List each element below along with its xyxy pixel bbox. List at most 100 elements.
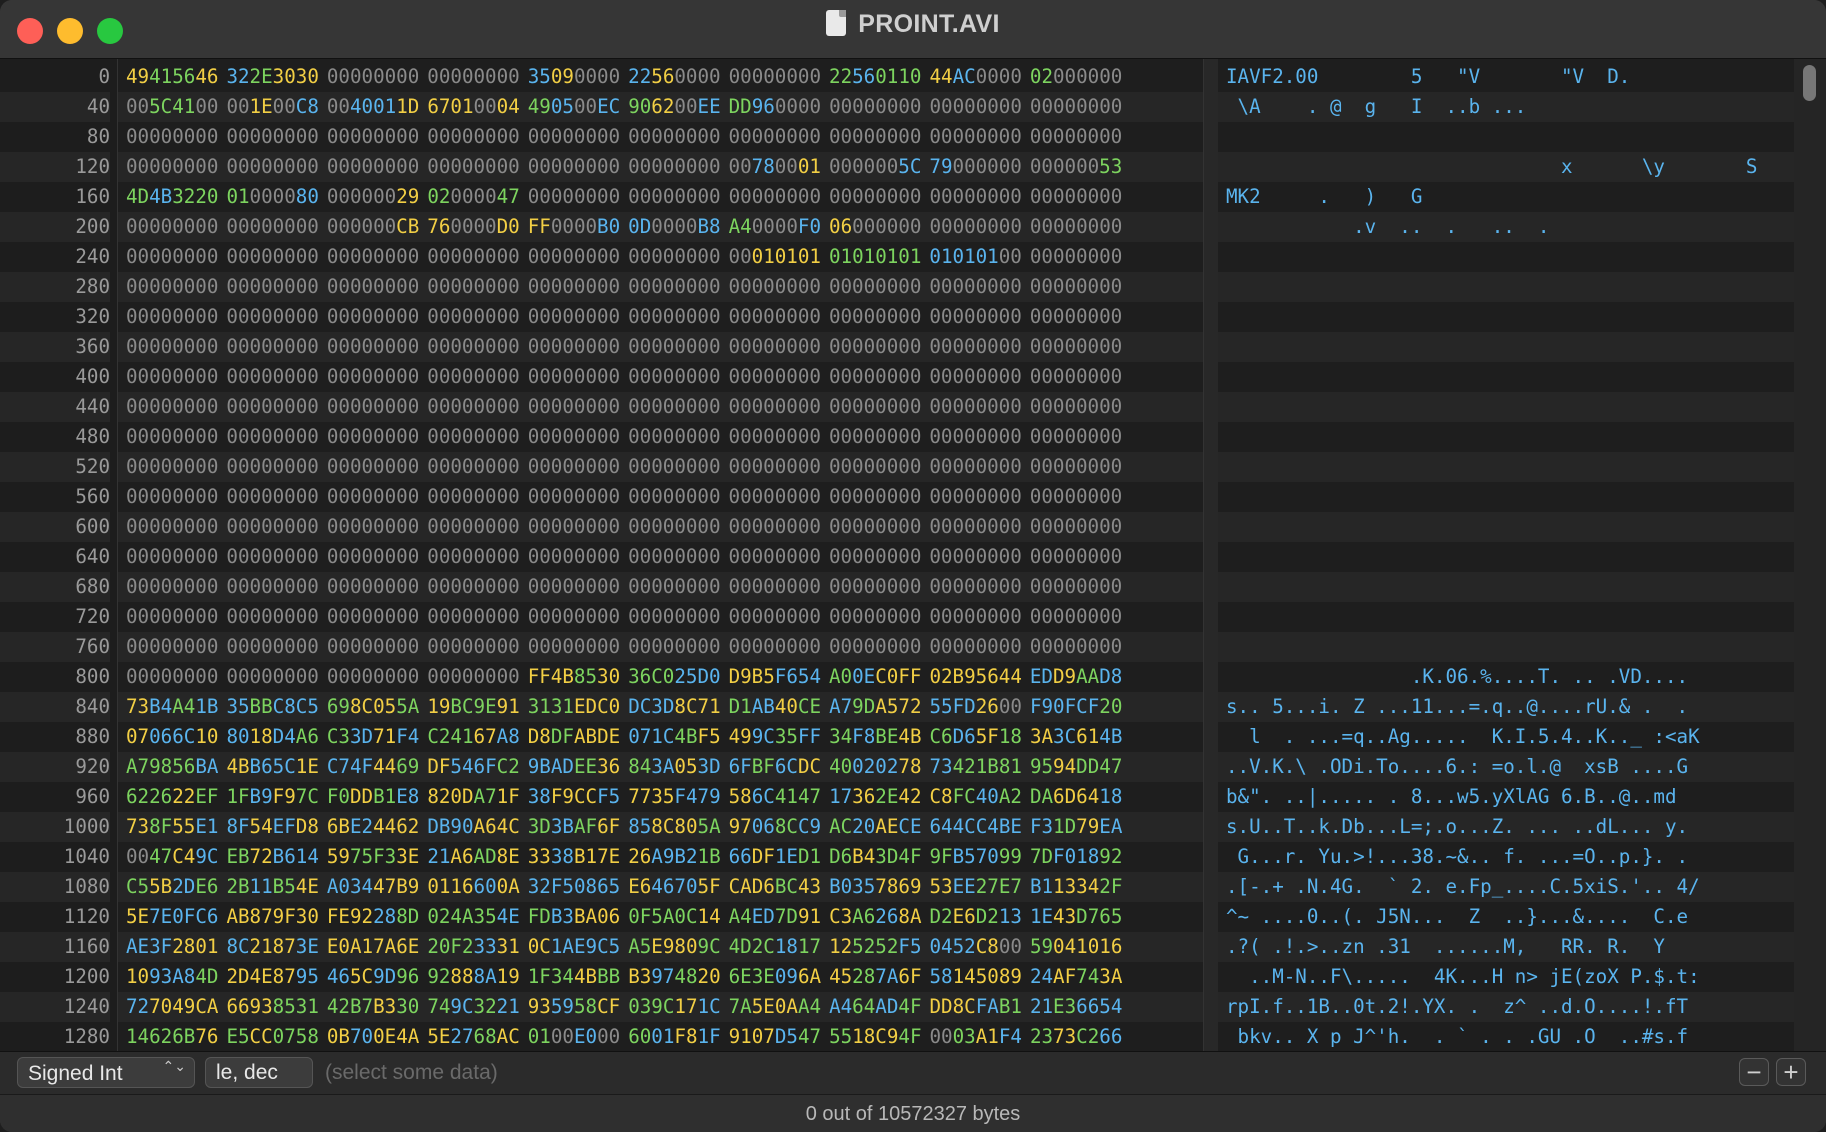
hex-word[interactable]: 00000000 [126, 152, 218, 182]
hex-word[interactable]: A40000F0 [729, 212, 821, 242]
hex-word[interactable]: 24AF743A [1030, 962, 1122, 992]
hex-word[interactable]: 00000000 [126, 632, 218, 662]
hex-word[interactable]: 00000000 [427, 662, 519, 692]
hex-word[interactable]: 00000000 [929, 422, 1021, 452]
hex-word[interactable]: 00000000 [327, 122, 419, 152]
hex-word[interactable]: 00000000 [327, 362, 419, 392]
hex-word[interactable]: DA6D6418 [1030, 782, 1122, 812]
hex-word[interactable]: C8FC40A2 [930, 782, 1022, 812]
hex-word[interactable]: 00000000 [729, 632, 821, 662]
ascii-row[interactable] [1218, 272, 1794, 302]
hex-word[interactable]: 4BB65C1E [226, 752, 318, 782]
ascii-row[interactable]: ..M-N..F\..... 4K...H n> jE(zoX P.$.t: [1218, 962, 1794, 992]
ascii-row[interactable]: ^~ ....0..(. J5N... Z ..}...&.... C.e [1218, 902, 1794, 932]
hex-word[interactable]: 00000000 [427, 512, 519, 542]
hex-word[interactable]: 00000000 [528, 272, 620, 302]
ascii-row[interactable]: l . ...=q..Ag..... K.I.5.4..K.._ :<aK [1218, 722, 1794, 752]
hex-word[interactable]: 53EE27E7 [930, 872, 1022, 902]
hex-word[interactable]: 5E2768AC [427, 1022, 519, 1052]
ascii-row[interactable]: b&". ..|..... . 8...w5.yXlAG 6.B..@..md [1218, 782, 1794, 812]
ascii-row[interactable]: .K.06.%....T. .. .VD.... [1218, 662, 1794, 692]
hex-word[interactable]: 00000000 [628, 632, 720, 662]
hex-word[interactable]: 000000CB [327, 212, 419, 242]
hex-word[interactable]: 0040011D [327, 92, 419, 122]
hex-word[interactable]: 2373C266 [1030, 1022, 1122, 1052]
ascii-row[interactable] [1218, 632, 1794, 662]
hex-word[interactable]: 00000000 [327, 512, 419, 542]
hex-word[interactable]: 4D4B3220 [126, 182, 218, 212]
ascii-row[interactable] [1218, 422, 1794, 452]
hex-word[interactable]: 4D2C1817 [729, 932, 821, 962]
hex-word[interactable]: 0B700E4A [327, 1022, 419, 1052]
hex-word[interactable]: 00000000 [729, 62, 821, 92]
hex-word[interactable]: 00000000 [929, 602, 1021, 632]
hex-word[interactable]: 00000000 [628, 122, 720, 152]
hex-word[interactable]: 00000000 [528, 182, 620, 212]
hex-word[interactable]: 00000000 [126, 332, 218, 362]
hex-word[interactable]: 00000000 [729, 302, 821, 332]
hex-word[interactable]: 00000000 [729, 512, 821, 542]
hex-word[interactable]: 00000000 [126, 122, 218, 152]
hex-word[interactable]: 00000000 [729, 482, 821, 512]
hex-word[interactable]: 00000000 [427, 632, 519, 662]
hex-word[interactable]: D2E6D213 [930, 902, 1022, 932]
ascii-row[interactable] [1218, 302, 1794, 332]
hex-word[interactable]: DB90A64C [427, 812, 519, 842]
hex-word[interactable]: 00000000 [1030, 212, 1122, 242]
hex-word[interactable]: CAD6BC43 [729, 872, 821, 902]
hex-word[interactable]: 2B11B54E [226, 872, 318, 902]
hex-word[interactable]: 00000000 [427, 602, 519, 632]
hex-row[interactable]: 1093A84D 2D4E8795 465C9D96 92888A19 1F344BBB… [118, 962, 1203, 992]
hex-word[interactable]: 21A6AD8E [427, 842, 519, 872]
hex-word[interactable]: 06000000 [829, 212, 921, 242]
hex-word[interactable]: 00000000 [829, 302, 921, 332]
hex-word[interactable]: 66938531 [226, 992, 318, 1022]
hex-word[interactable]: 00000000 [427, 542, 519, 572]
hex-word[interactable]: 00000000 [929, 272, 1021, 302]
hex-word[interactable]: 00000000 [929, 122, 1021, 152]
hex-row[interactable]: 00000000 00000000 00000000 00000000 00000000… [118, 152, 1203, 182]
hex-word[interactable]: 00000000 [528, 152, 620, 182]
ascii-row[interactable] [1218, 572, 1794, 602]
hex-word[interactable]: 0000005C [829, 152, 921, 182]
hex-word[interactable]: 67010004 [427, 92, 519, 122]
hex-word[interactable]: 00000000 [528, 482, 620, 512]
hex-word[interactable]: 00000000 [1030, 302, 1122, 332]
hex-row[interactable]: 0047C49C EB72B614 5975F33E 21A6AD8E 3338B17E… [118, 842, 1203, 872]
hex-word[interactable]: 00000000 [628, 452, 720, 482]
hex-word[interactable]: 26A9B21B [628, 842, 720, 872]
hex-word[interactable]: 07066C10 [126, 722, 218, 752]
hex-word[interactable]: 49415646 [126, 62, 218, 92]
hex-word[interactable]: 00000000 [1030, 512, 1122, 542]
hex-word[interactable]: 00000000 [829, 512, 921, 542]
hex-word[interactable]: 738F55E1 [126, 812, 218, 842]
hex-row[interactable]: 73B4A41B 35BBC8C5 698C055A 19BC9E91 3131EDC0… [118, 692, 1203, 722]
hex-word[interactable]: 9FB57099 [930, 842, 1022, 872]
hex-word[interactable]: 00000000 [226, 212, 318, 242]
hex-word[interactable]: 00000000 [427, 422, 519, 452]
hex-word[interactable]: 0D0000B8 [628, 212, 720, 242]
hex-word[interactable]: 00000000 [427, 392, 519, 422]
ascii-pane[interactable]: IAVF2.00 5 "V "V D. \A . @ g I ..b ... x… [1218, 59, 1794, 1051]
hex-word[interactable]: 02000047 [427, 182, 519, 212]
hex-word[interactable]: 499C35FF [729, 722, 821, 752]
hex-word[interactable]: 00000000 [327, 62, 419, 92]
hex-word[interactable]: FF4B8530 [528, 662, 620, 692]
hex-word[interactable]: 322E3030 [226, 62, 318, 92]
hex-word[interactable]: 01000080 [226, 182, 318, 212]
hex-word[interactable]: E0A17A6E [327, 932, 419, 962]
hex-word[interactable]: 00000000 [226, 452, 318, 482]
hex-word[interactable]: 00000000 [729, 572, 821, 602]
hex-word[interactable]: 00000000 [929, 392, 1021, 422]
hex-word[interactable]: 55FD2600 [930, 692, 1022, 722]
hex-word[interactable]: 6FBF6CDC [729, 752, 821, 782]
hex-word[interactable]: 00000000 [628, 572, 720, 602]
hex-row[interactable]: A79856BA 4BB65C1E C74F4469 DF546FC2 9BADEE36… [118, 752, 1203, 782]
ascii-row[interactable]: s.U..T..k.Db...L=;.o...Z. ... ..dL... y. [1218, 812, 1794, 842]
hex-word[interactable]: 00000000 [427, 62, 519, 92]
hex-word[interactable]: 698C055A [327, 692, 419, 722]
hex-row[interactable]: 738F55E1 8F54EFD8 6BE24462 DB90A64C 3D3BAF6F… [118, 812, 1203, 842]
hex-word[interactable]: 00000000 [226, 122, 318, 152]
hex-word[interactable]: 00000000 [1030, 602, 1122, 632]
hex-word[interactable]: 0F5A0C14 [628, 902, 720, 932]
